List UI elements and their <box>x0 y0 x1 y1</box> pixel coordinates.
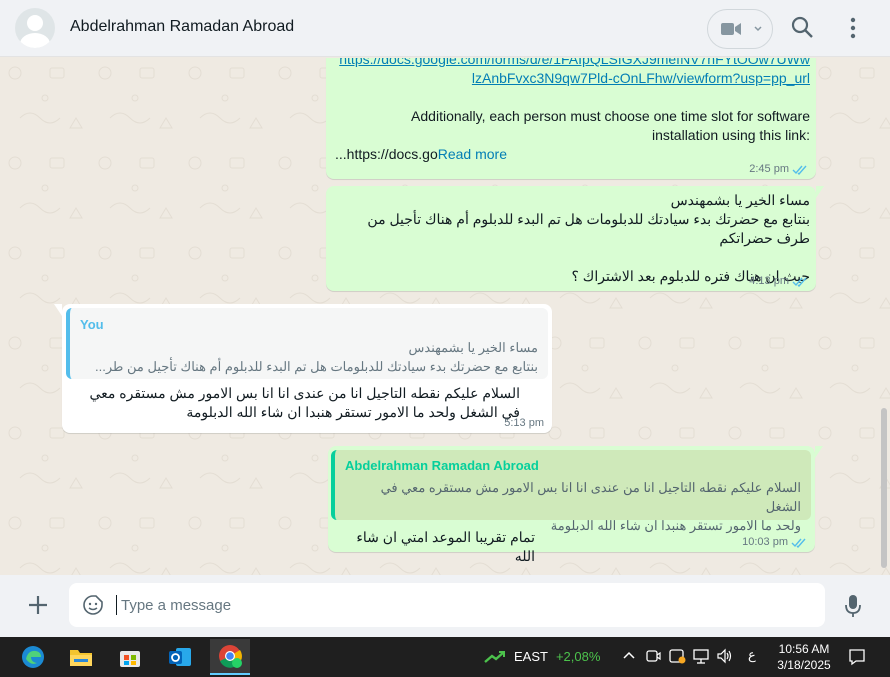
taskbar-file-explorer[interactable] <box>61 639 101 675</box>
taskbar-edge[interactable] <box>13 639 53 675</box>
message-meta: 10:03 pm <box>742 536 807 548</box>
message-bubble-outgoing[interactable]: Abdelrahman Ramadan Abroad السلام عليكم … <box>328 446 823 564</box>
stock-change: +2,08% <box>555 649 601 664</box>
message-input[interactable] <box>121 593 801 617</box>
bubble-tail <box>54 304 62 316</box>
form-link[interactable]: https://docs.google.com/forms/d/e/1FAIpQ… <box>330 58 810 88</box>
quoted-sender: You <box>80 317 104 332</box>
volume-icon[interactable] <box>716 647 734 665</box>
security-warning-icon[interactable] <box>668 647 686 665</box>
taskbar-store[interactable] <box>110 639 150 675</box>
quoted-text: السلام عليكم نقطه التاجيل انا من عندى ان… <box>380 480 801 533</box>
stock-name: EAST <box>514 649 548 664</box>
text-caret <box>116 595 117 615</box>
avatar-body <box>20 33 50 48</box>
message-meta: 4:13 pm <box>749 275 808 287</box>
message-text: مساء الخير يا بشمهندس بنتابع مع حضرتك بد… <box>367 192 810 284</box>
system-clock[interactable]: 10:56 AM 3/18/2025 <box>772 641 836 673</box>
windows-taskbar: EAST +2,08% ع 10:56 AM 3/18/2025 <box>0 637 890 677</box>
input-language[interactable]: ع <box>748 647 756 663</box>
outlook-icon <box>169 648 191 666</box>
message-time: 2:45 pm <box>749 163 789 175</box>
message-composer <box>0 575 890 637</box>
link-line[interactable]: lzAnbFvxc3N9qw7Pld-cOnLFhw/viewform?usp=… <box>472 70 810 86</box>
quoted-text: مساء الخير يا بشمهندس بنتابع مع حضرتك بد… <box>95 340 538 374</box>
chat-messages-area[interactable]: https://docs.google.com/forms/d/e/1FAIpQ… <box>0 58 890 575</box>
message-text: Additionally, each person must choose on… <box>330 107 810 145</box>
quoted-message[interactable]: You مساء الخير يا بشمهندس بنتابع مع حضرت… <box>66 308 548 379</box>
message-bubble-outgoing[interactable]: https://docs.google.com/forms/d/e/1FAIpQ… <box>326 58 816 179</box>
contact-name[interactable]: Abdelrahman Ramadan Abroad <box>70 18 294 36</box>
folder-icon <box>70 650 92 666</box>
read-more-link[interactable]: Read more <box>438 146 507 162</box>
bubble-tail <box>815 446 823 458</box>
network-icon[interactable] <box>692 647 710 665</box>
read-ticks-icon <box>792 165 807 175</box>
truncated-text: ...https://docs.goRead more <box>335 145 507 164</box>
message-meta: 5:13 pm <box>504 417 544 429</box>
stock-widget[interactable]: EAST +2,08% <box>484 649 600 664</box>
search-icon[interactable] <box>789 14 817 42</box>
message-input-box[interactable] <box>69 583 825 627</box>
read-ticks-icon <box>791 538 806 548</box>
taskbar-outlook[interactable] <box>160 639 200 675</box>
video-call-button[interactable] <box>707 9 773 49</box>
message-time: 5:13 pm <box>504 417 544 429</box>
quoted-message[interactable]: Abdelrahman Ramadan Abroad السلام عليكم … <box>331 450 811 533</box>
message-bubble-incoming[interactable]: You مساء الخير يا بشمهندس بنتابع مع حضرت… <box>54 304 552 433</box>
contact-avatar[interactable] <box>15 8 55 48</box>
microphone-icon[interactable] <box>843 593 863 619</box>
message-time: 4:13 pm <box>749 275 789 287</box>
message-bubble-outgoing[interactable]: مساء الخير يا بشمهندس بنتابع مع حضرتك بد… <box>326 186 824 291</box>
clock-time: 10:56 AM <box>778 642 830 656</box>
notification-center-icon[interactable] <box>848 648 866 666</box>
chat-scrollbar[interactable] <box>881 408 887 568</box>
emoji-sticker-icon[interactable] <box>82 594 104 616</box>
taskbar-chrome-whatsapp[interactable] <box>210 639 250 675</box>
link-line[interactable]: https://docs.google.com/forms/d/e/1FAIpQ… <box>339 58 810 67</box>
message-time: 10:03 pm <box>742 536 788 548</box>
clock-date: 3/18/2025 <box>777 658 831 672</box>
stock-trend-icon <box>484 650 505 663</box>
message-text: السلام عليكم نقطه التاجيل انا من عندى ان… <box>89 385 520 420</box>
avatar-head <box>27 15 43 31</box>
chat-header: Abdelrahman Ramadan Abroad <box>0 0 890 57</box>
message-meta: 2:45 pm <box>749 163 808 175</box>
read-ticks-icon <box>792 277 807 287</box>
edge-browser-icon <box>22 646 44 668</box>
chevron-down-icon <box>754 26 762 32</box>
truncated-link: ...https://docs.go <box>335 146 438 162</box>
store-icon <box>120 651 140 667</box>
bubble-tail <box>816 186 824 198</box>
text-line: Additionally, each person must choose on… <box>411 108 810 124</box>
video-camera-icon <box>721 23 741 35</box>
chrome-icon <box>219 645 242 668</box>
meet-now-icon[interactable] <box>645 647 661 665</box>
message-text: تمام تقريبا الموعد امتي ان شاء الله <box>356 529 535 564</box>
quoted-sender: Abdelrahman Ramadan Abroad <box>345 458 539 473</box>
chevron-up-icon[interactable] <box>622 647 636 665</box>
more-options-icon[interactable] <box>843 14 863 42</box>
text-line: installation using this link: <box>652 127 810 143</box>
attach-plus-icon[interactable] <box>25 592 51 618</box>
